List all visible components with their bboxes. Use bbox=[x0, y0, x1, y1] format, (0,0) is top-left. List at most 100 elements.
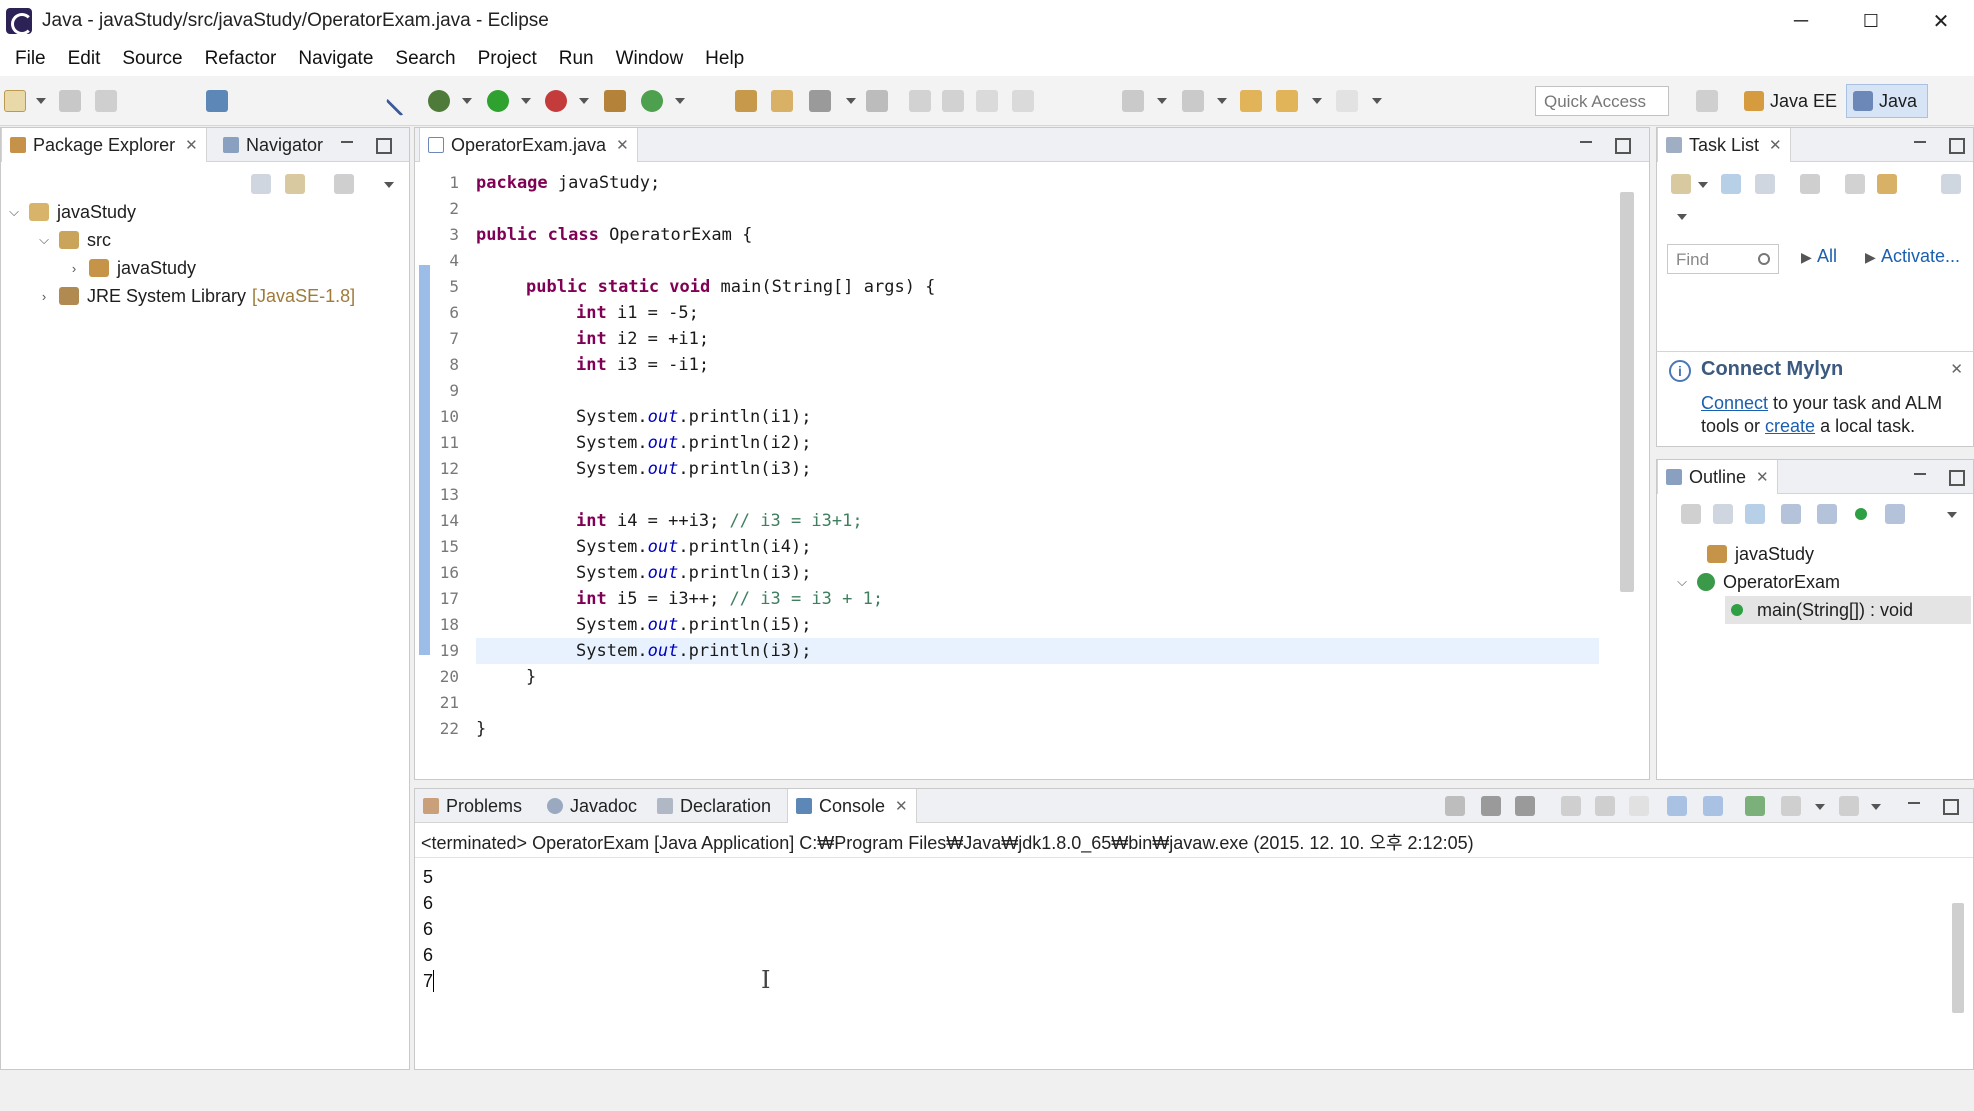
maximize-button[interactable]: ☐ bbox=[1836, 0, 1906, 42]
open-type-icon[interactable] bbox=[735, 90, 757, 112]
close-task-list-icon[interactable]: ✕ bbox=[1769, 136, 1782, 154]
open-perspective-icon[interactable] bbox=[1696, 90, 1718, 112]
forward-icon[interactable] bbox=[1336, 90, 1358, 112]
quick-access-input[interactable]: Quick Access bbox=[1535, 86, 1669, 116]
outline-view-menu-icon[interactable] bbox=[1947, 512, 1957, 518]
minimize-left-panel-icon[interactable] bbox=[338, 136, 356, 154]
maximize-left-panel-icon[interactable] bbox=[374, 136, 392, 154]
open-console-view-icon[interactable] bbox=[1839, 796, 1859, 816]
minimize-button[interactable]: ─ bbox=[1766, 0, 1836, 42]
hide-static-icon[interactable] bbox=[1817, 504, 1837, 524]
focus-workweek-icon[interactable] bbox=[1800, 174, 1820, 194]
expand-chevron-icon[interactable]: ⌵ bbox=[1675, 574, 1689, 590]
code-editor[interactable]: 1 2 3 4 5 6 7 8 9 10 11 12 13 14 15 16 1… bbox=[415, 162, 1649, 779]
task-view-menu-icon[interactable] bbox=[1677, 214, 1687, 220]
remove-launch-icon[interactable] bbox=[1481, 796, 1501, 816]
close-mylyn-icon[interactable]: ✕ bbox=[1950, 360, 1963, 378]
prev-annotation-dropdown-icon[interactable] bbox=[1217, 98, 1227, 104]
editor-scroll-thumb[interactable] bbox=[1620, 192, 1634, 592]
forward-dropdown-icon[interactable] bbox=[1372, 98, 1382, 104]
hide-completed-icon[interactable] bbox=[1845, 174, 1865, 194]
open-console-icon[interactable] bbox=[206, 90, 228, 112]
tab-javadoc[interactable]: Javadoc bbox=[539, 789, 645, 823]
open-task-icon[interactable] bbox=[771, 90, 793, 112]
new-task-dropdown-icon[interactable] bbox=[1698, 182, 1708, 188]
new-java-dropdown-icon[interactable] bbox=[675, 98, 685, 104]
new-dropdown-icon[interactable] bbox=[36, 98, 46, 104]
next-annotation-icon[interactable] bbox=[1122, 90, 1144, 112]
close-outline-icon[interactable]: ✕ bbox=[1756, 468, 1769, 486]
menu-source[interactable]: Source bbox=[111, 42, 193, 76]
menu-edit[interactable]: Edit bbox=[57, 42, 112, 76]
activate-task-link[interactable]: Activate... bbox=[1881, 246, 1960, 267]
close-console-icon[interactable]: ✕ bbox=[895, 797, 908, 815]
scroll-lock-icon[interactable] bbox=[1595, 796, 1615, 816]
save-icon[interactable] bbox=[59, 90, 81, 112]
run-dropdown-icon[interactable] bbox=[521, 98, 531, 104]
next-annotation-dropdown-icon[interactable] bbox=[1157, 98, 1167, 104]
minimize-outline-icon[interactable] bbox=[1911, 468, 1929, 486]
minimize-console-icon[interactable] bbox=[1905, 797, 1923, 815]
open-console-dropdown-icon[interactable] bbox=[1871, 804, 1881, 810]
view-menu-icon[interactable] bbox=[384, 182, 394, 188]
annotation-icon[interactable] bbox=[866, 90, 888, 112]
block-select-icon[interactable] bbox=[976, 90, 998, 112]
menu-run[interactable]: Run bbox=[548, 42, 605, 76]
hide-local-types-icon[interactable] bbox=[1885, 504, 1905, 524]
menu-refactor[interactable]: Refactor bbox=[194, 42, 288, 76]
synchronize-icon[interactable] bbox=[1877, 174, 1897, 194]
link-with-editor-icon[interactable] bbox=[285, 174, 305, 194]
word-wrap-icon[interactable] bbox=[942, 90, 964, 112]
clear-console-icon[interactable] bbox=[1561, 796, 1581, 816]
save-all-icon[interactable] bbox=[95, 90, 117, 112]
coverage-icon[interactable] bbox=[545, 90, 567, 112]
maximize-editor-icon[interactable] bbox=[1613, 136, 1631, 154]
show-whitespace-icon[interactable] bbox=[1012, 90, 1034, 112]
display-console-icon[interactable] bbox=[1781, 796, 1801, 816]
tab-navigator[interactable]: Navigator bbox=[215, 128, 331, 162]
tab-console[interactable]: Console ✕ bbox=[787, 789, 917, 823]
console-vertical-scrollbar[interactable] bbox=[1949, 869, 1967, 1035]
coverage-dropdown-icon[interactable] bbox=[579, 98, 589, 104]
remove-all-terminated-icon[interactable] bbox=[1515, 796, 1535, 816]
outline-item-package[interactable]: javaStudy bbox=[1707, 540, 1814, 568]
task-find-input[interactable]: Find bbox=[1667, 244, 1779, 274]
new-icon[interactable] bbox=[4, 90, 26, 112]
console-output[interactable]: 5 6 6 6 7 I bbox=[415, 864, 1943, 1039]
collapse-tasks-icon[interactable] bbox=[1941, 174, 1961, 194]
tree-item-javastudy-project[interactable]: ⌵ javaStudy bbox=[7, 198, 136, 226]
tab-declaration[interactable]: Declaration bbox=[649, 789, 779, 823]
outline-item-method[interactable]: main(String[]) : void bbox=[1725, 596, 1971, 624]
skip-breakpoints-icon[interactable] bbox=[385, 85, 417, 117]
collapse-outline-icon[interactable] bbox=[1713, 504, 1733, 524]
focus-on-task-icon[interactable] bbox=[334, 174, 354, 194]
minimize-editor-icon[interactable] bbox=[1577, 136, 1595, 154]
mylyn-create-link[interactable]: create bbox=[1765, 416, 1815, 436]
editor-vertical-scrollbar[interactable] bbox=[1617, 170, 1637, 625]
prev-annotation-icon[interactable] bbox=[1182, 90, 1204, 112]
focus-active-task-icon[interactable] bbox=[1681, 504, 1701, 524]
last-edit-icon[interactable] bbox=[1240, 90, 1262, 112]
console-scroll-thumb[interactable] bbox=[1952, 903, 1964, 1013]
back-dropdown-icon[interactable] bbox=[1312, 98, 1322, 104]
show-on-error-icon[interactable] bbox=[1703, 796, 1723, 816]
hide-non-public-icon[interactable] bbox=[1855, 508, 1867, 520]
scheduled-icon[interactable] bbox=[1755, 174, 1775, 194]
menu-navigate[interactable]: Navigate bbox=[287, 42, 384, 76]
menu-project[interactable]: Project bbox=[467, 42, 548, 76]
tree-item-javastudy-package[interactable]: › javaStudy bbox=[67, 254, 196, 282]
terminate-icon[interactable] bbox=[1445, 796, 1465, 816]
mark-occurrences-icon[interactable] bbox=[909, 90, 931, 112]
back-icon[interactable] bbox=[1276, 90, 1298, 112]
perspective-java-ee[interactable]: Java EE bbox=[1738, 84, 1847, 118]
menu-file[interactable]: File bbox=[4, 42, 57, 76]
word-wrap-console-icon[interactable] bbox=[1629, 796, 1649, 816]
close-editor-tab-icon[interactable]: ✕ bbox=[616, 136, 629, 154]
all-tasks-link[interactable]: All bbox=[1817, 246, 1837, 267]
search-tool-icon[interactable] bbox=[809, 90, 831, 112]
tab-outline[interactable]: Outline ✕ bbox=[1657, 460, 1778, 494]
maximize-outline-icon[interactable] bbox=[1947, 468, 1965, 486]
mylyn-connect-link[interactable]: Connect bbox=[1701, 393, 1768, 413]
menu-window[interactable]: Window bbox=[605, 42, 695, 76]
expand-chevron-icon[interactable]: ⌵ bbox=[7, 204, 21, 220]
